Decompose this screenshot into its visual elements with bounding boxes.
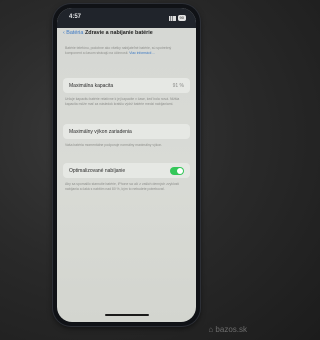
status-icons: 90 (168, 15, 186, 21)
performance-note: Vaša batéria momentálne podporuje normál… (65, 143, 163, 147)
capacity-note: Určuje kapacitu batérie relatívne k jej … (65, 97, 180, 106)
back-button[interactable]: ‹ Batéria (63, 30, 83, 36)
intro-body: Batérie telefónu, podobne ako všetky nab… (65, 46, 172, 55)
signal-icon (168, 15, 176, 21)
phone-body: 4:57 90 ‹ Batéria Zdravie a nabíjanie ba… (53, 4, 200, 326)
page-title: Zdravie a nabíjanie batérie (85, 30, 153, 36)
back-label: Batéria (66, 30, 84, 36)
watermark: ⌂ bazos.sk (208, 325, 247, 334)
optimized-charging-row: Optimalizované nabíjanie (63, 163, 190, 178)
home-indicator (104, 314, 149, 316)
phone-screen: 4:57 90 ‹ Batéria Zdravie a nabíjanie ba… (57, 8, 196, 322)
performance-row: Maximálny výkon zariadenia (63, 124, 190, 139)
optimized-charging-note: Aby sa spomalilo starnutie batérie, iPho… (65, 182, 180, 191)
toggle-knob (177, 167, 183, 174)
capacity-row: Maximálna kapacita 91 % (63, 78, 190, 93)
status-time: 4:57 (69, 14, 82, 20)
battery-icon: 90 (177, 15, 186, 21)
navigation-bar: ‹ Batéria Zdravie a nabíjanie batérie (57, 30, 196, 42)
watermark-text: bazos.sk (215, 325, 247, 334)
learn-more-link[interactable]: Viac informácií… (129, 51, 155, 55)
optimized-charging-toggle[interactable] (170, 166, 184, 175)
status-bar: 4:57 90 (57, 8, 196, 28)
performance-label: Maximálny výkon zariadenia (69, 129, 132, 135)
optimized-charging-label: Optimalizované nabíjanie (69, 168, 126, 174)
intro-text: Batérie telefónu, podobne ako všetky nab… (65, 46, 188, 55)
capacity-label: Maximálna kapacita (69, 83, 114, 89)
capacity-value: 91 % (172, 83, 184, 89)
